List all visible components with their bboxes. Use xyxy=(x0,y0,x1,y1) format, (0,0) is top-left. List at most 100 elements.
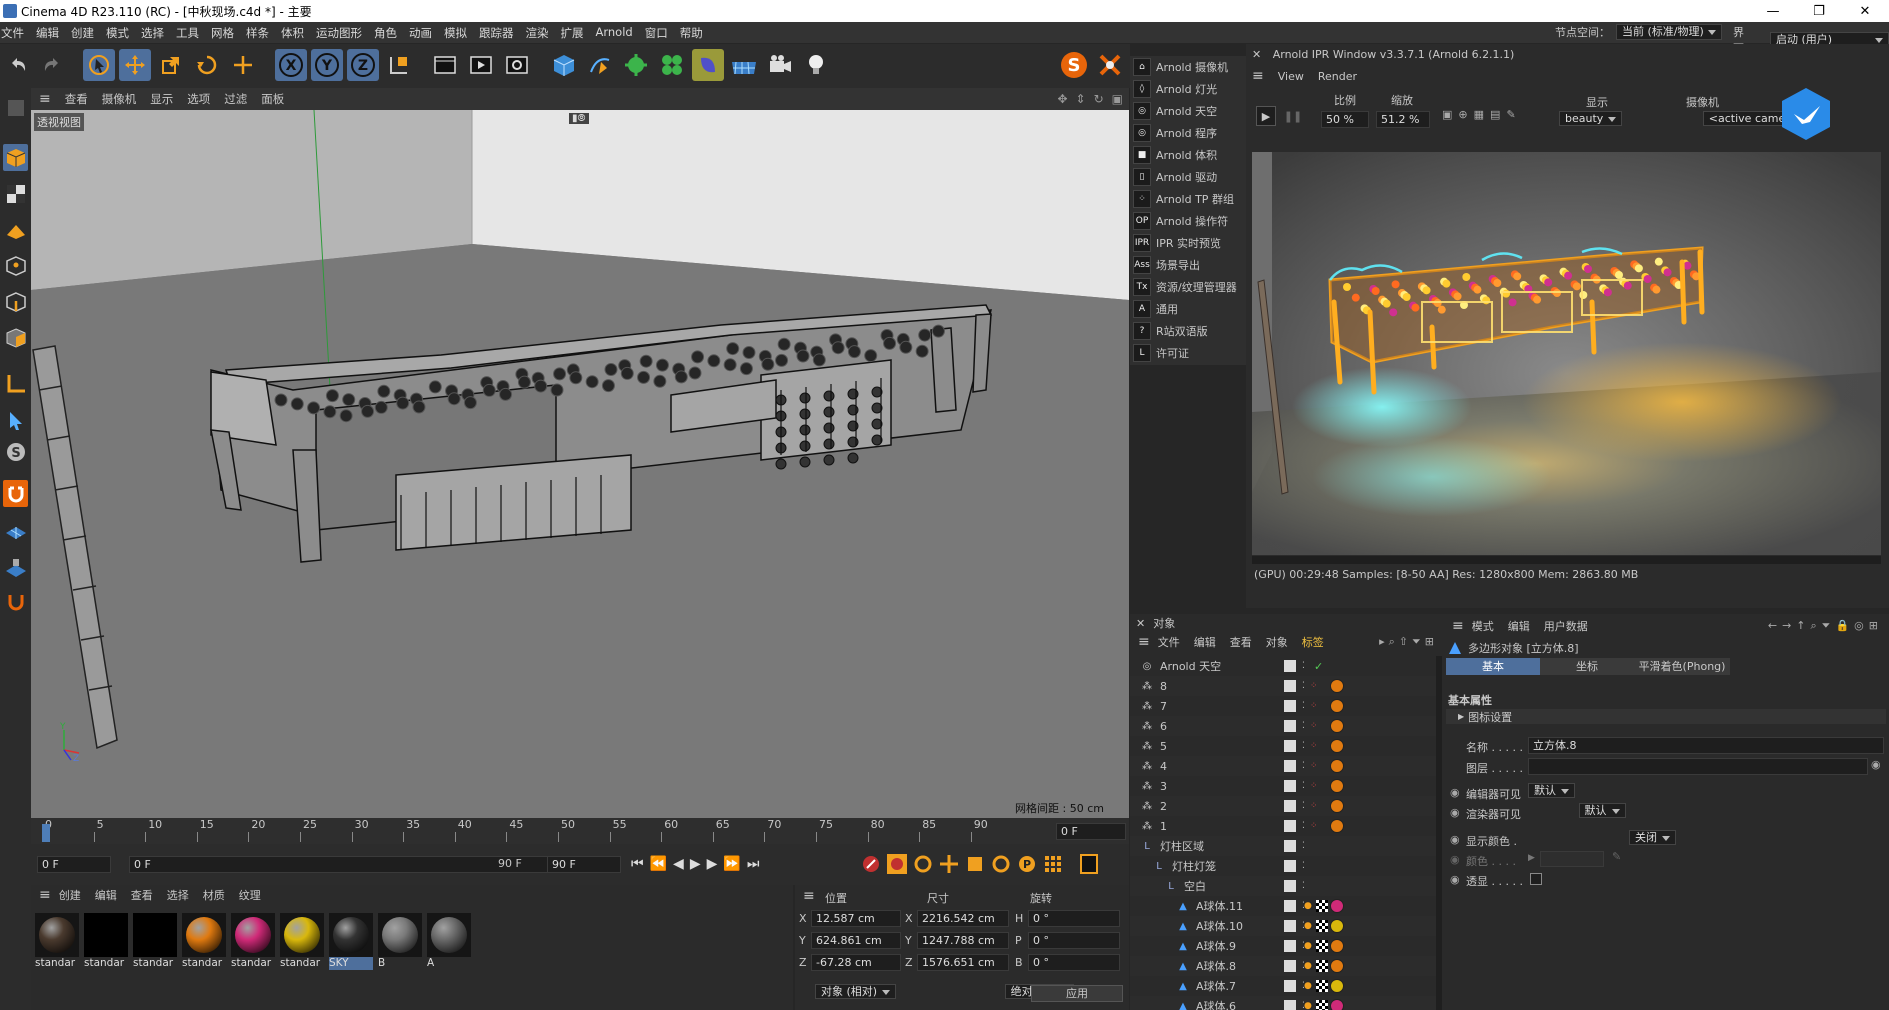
render-view-icon[interactable] xyxy=(429,49,461,81)
menu-item[interactable]: 角色 xyxy=(370,25,405,41)
move-tool-icon[interactable] xyxy=(119,49,151,81)
end-frame-field[interactable]: 90 F xyxy=(547,856,621,873)
goto-end-icon[interactable]: ⏭ xyxy=(747,856,760,872)
material-menu-item[interactable]: 材质 xyxy=(203,887,225,903)
node-space-select[interactable]: 当前 (标准/物理) xyxy=(1616,24,1722,40)
generator-icon[interactable] xyxy=(620,49,652,81)
object-row[interactable]: ▲ A球体.7 ⁚ ● xyxy=(1130,976,1436,996)
object-row[interactable]: L 灯柱灯笼 ⁚ xyxy=(1130,856,1436,876)
render-dots-icon[interactable]: ⁘ xyxy=(1310,801,1318,811)
object-row[interactable]: ▲ A球体.6 ⁚ ● xyxy=(1130,996,1436,1010)
object-row[interactable]: ⁂ 8 ⁚ ⁘ xyxy=(1130,676,1436,696)
texture-tag-icon[interactable] xyxy=(1316,900,1328,912)
region-icon[interactable]: ▤ xyxy=(1490,108,1500,121)
texture-tag-icon[interactable] xyxy=(1316,940,1328,952)
current-frame-field[interactable]: 0 F xyxy=(1056,823,1126,840)
zoom-field[interactable]: 51.2 % xyxy=(1376,111,1430,128)
render-dots-icon[interactable]: ⁘ xyxy=(1310,781,1318,791)
material-tag-icon[interactable] xyxy=(1330,999,1344,1010)
layer-toggle-icon[interactable] xyxy=(1284,680,1296,692)
points-mode-icon[interactable] xyxy=(3,252,28,279)
object-row[interactable]: ⁂ 5 ⁚ ⁘ xyxy=(1130,736,1436,756)
z-axis-lock-icon[interactable]: Z xyxy=(347,49,379,81)
layer-toggle-icon[interactable] xyxy=(1284,800,1296,812)
snapping-icon[interactable] xyxy=(3,480,28,507)
pos-field[interactable]: -67.28 cm xyxy=(811,954,901,971)
menu-item[interactable]: 网格 xyxy=(207,25,242,41)
material-tag-icon[interactable] xyxy=(1330,679,1344,693)
render-dots-icon[interactable]: ⁘ xyxy=(1310,741,1318,751)
select-tool-icon[interactable] xyxy=(83,49,115,81)
phong-tag-icon[interactable]: ● xyxy=(1304,961,1312,971)
pos-field[interactable]: 624.861 cm xyxy=(811,932,901,949)
pan-icon[interactable]: ✥ xyxy=(1057,92,1067,106)
key-rotation-icon[interactable] xyxy=(991,854,1011,877)
radio-render-vis-icon[interactable]: ◉ xyxy=(1450,806,1460,819)
object-row[interactable]: ⁂ 3 ⁚ ⁘ xyxy=(1130,776,1436,796)
tab-phong[interactable]: 平滑着色(Phong) xyxy=(1634,658,1730,675)
rot-field[interactable]: 0 ° xyxy=(1028,932,1120,949)
render-dots-icon[interactable]: ⁘ xyxy=(1310,761,1318,771)
restore-button[interactable]: ❐ xyxy=(1796,0,1842,22)
timeline-window-icon[interactable] xyxy=(1079,854,1099,877)
workplane-icon[interactable] xyxy=(3,518,28,545)
layer-field[interactable] xyxy=(1528,758,1868,775)
menu-item[interactable]: 动画 xyxy=(405,25,440,41)
color-swatch[interactable] xyxy=(1540,851,1604,867)
menu-item[interactable]: 样条 xyxy=(242,25,277,41)
start-frame-field[interactable]: 0 F xyxy=(37,856,111,873)
arnold-menu-item[interactable]: ? R站双语版 xyxy=(1130,320,1246,342)
texture-tag-icon[interactable] xyxy=(1316,1000,1328,1010)
menu-item[interactable]: 工具 xyxy=(172,25,207,41)
floor-icon[interactable] xyxy=(728,49,760,81)
xray-checkbox[interactable] xyxy=(1530,873,1542,885)
object-row[interactable]: ▲ A球体.10 ⁚ ● xyxy=(1130,916,1436,936)
menu-item[interactable]: 文件 xyxy=(0,25,32,41)
scale-tool-icon[interactable] xyxy=(155,49,187,81)
attribute-menu-item[interactable]: 编辑 xyxy=(1508,618,1530,634)
object-row[interactable]: ▲ A球体.8 ⁚ ● xyxy=(1130,956,1436,976)
material-swatch[interactable]: standar xyxy=(231,913,275,971)
visibility-dots-icon[interactable]: ⁚ xyxy=(1302,761,1305,771)
render-picture-viewer-icon[interactable] xyxy=(465,49,497,81)
menu-item[interactable]: 渲染 xyxy=(522,25,557,41)
minimize-button[interactable]: — xyxy=(1750,0,1796,22)
hamburger-icon[interactable]: ≡ xyxy=(1138,634,1150,650)
object-menu-item[interactable]: 文件 xyxy=(1158,634,1180,650)
tweak-mode-icon[interactable] xyxy=(3,406,28,433)
layer-toggle-icon[interactable] xyxy=(1284,700,1296,712)
globe-icon[interactable]: ⊕ xyxy=(1458,108,1467,121)
prev-key-icon[interactable]: ⏪ xyxy=(650,856,667,872)
layer-toggle-icon[interactable] xyxy=(1284,840,1296,852)
object-menu-item[interactable]: 查看 xyxy=(1230,634,1252,650)
material-menu-item[interactable]: 纹理 xyxy=(239,887,261,903)
material-menu-item[interactable]: 编辑 xyxy=(95,887,117,903)
arnold-menu-item[interactable]: ⌂ Arnold 摄像机 xyxy=(1130,56,1246,78)
undo-icon[interactable] xyxy=(2,49,34,81)
object-row[interactable]: ⁂ 1 ⁚ ⁘ xyxy=(1130,816,1436,836)
prev-frame-icon[interactable]: ◀ xyxy=(673,856,684,872)
object-row[interactable]: ▲ A球体.11 ⁚ ● xyxy=(1130,896,1436,916)
material-tag-icon[interactable] xyxy=(1330,959,1344,973)
arnold-menu-item[interactable]: ▯ Arnold 驱动 xyxy=(1130,166,1246,188)
attribute-menu-item[interactable]: 模式 xyxy=(1472,618,1494,634)
viewport-menu-item[interactable]: 过滤 xyxy=(224,91,247,107)
maximize-view-icon[interactable]: ▣ xyxy=(1112,92,1123,106)
layer-toggle-icon[interactable] xyxy=(1284,900,1296,912)
radio-color-icon[interactable]: ◉ xyxy=(1450,853,1460,866)
key-pla-icon[interactable] xyxy=(1043,854,1063,877)
axis-mode-icon[interactable] xyxy=(3,370,28,397)
visibility-dots-icon[interactable]: ⁚ xyxy=(1302,661,1305,671)
display-mode-icon[interactable]: ▣ xyxy=(1442,108,1452,121)
attribute-menu-item[interactable]: 用户数据 xyxy=(1544,618,1588,634)
cube-icon[interactable] xyxy=(548,49,580,81)
visibility-dots-icon[interactable]: ⁚ xyxy=(1302,721,1305,731)
render-visible-select[interactable]: 默认 xyxy=(1578,803,1626,818)
material-menu-item[interactable]: 选择 xyxy=(167,887,189,903)
material-swatch[interactable]: standar xyxy=(35,913,79,971)
menu-item[interactable]: 体积 xyxy=(277,25,312,41)
layer-toggle-icon[interactable] xyxy=(1284,740,1296,752)
ipr-scrollbar[interactable] xyxy=(1252,556,1881,564)
material-swatch[interactable]: standar xyxy=(133,913,177,971)
hamburger-icon[interactable]: ≡ xyxy=(39,91,51,107)
